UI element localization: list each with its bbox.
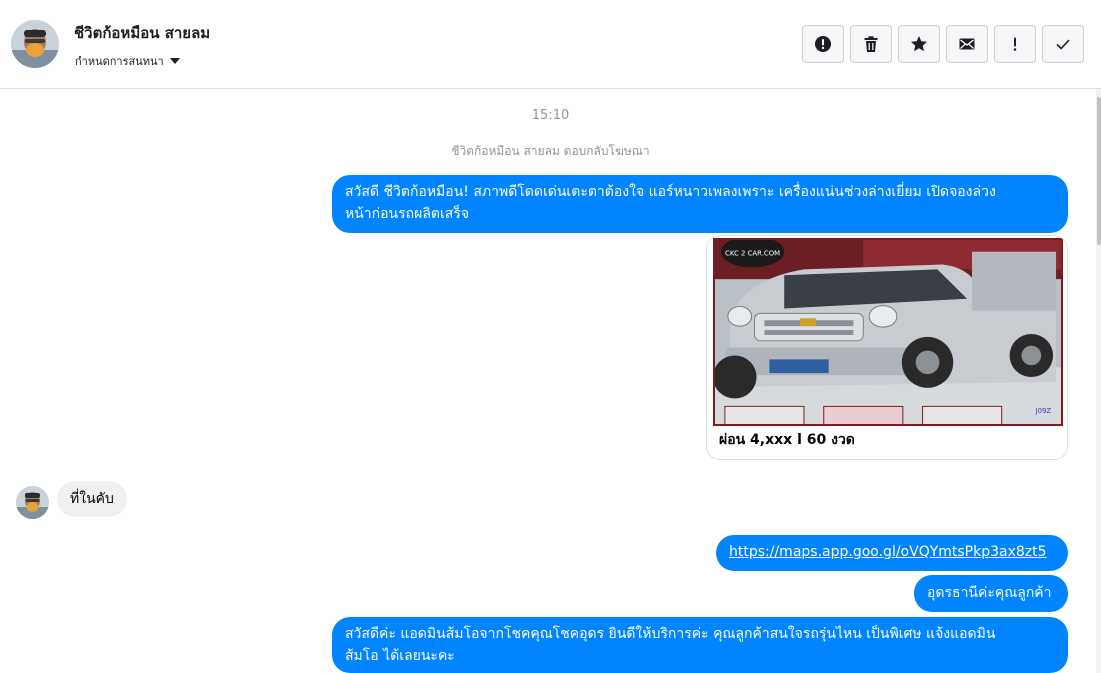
conversation-header: ชีวิตก้อหมือน สายลม กำหนดการสนทนา xyxy=(0,0,1101,89)
message-text-line: สวัสดีค่ะ แอดมินส้มโอจากโชคคุณโชคอุดร ยิ… xyxy=(345,626,996,642)
follow-up-button[interactable] xyxy=(994,25,1036,63)
card-caption: ผ่อน 4,xxx l 60 งวด xyxy=(719,432,855,448)
sender-avatar xyxy=(16,486,49,519)
message-text-line: หน้าก่อนรถผลิตเสร็จ xyxy=(345,206,470,222)
trash-icon xyxy=(864,36,878,52)
alert-circle-icon xyxy=(815,36,831,52)
ad-card-message[interactable]: CKC 2 CAR.COM J09Z ผ่อน 4,xxx l 60 งวด xyxy=(706,235,1068,460)
scrollbar-thumb[interactable] xyxy=(1097,97,1101,245)
outgoing-message[interactable]: อุดรธานีค่ะคุณลูกค้า xyxy=(914,575,1068,612)
mark-unread-button[interactable] xyxy=(946,25,988,63)
assign-conversation-dropdown[interactable]: กำหนดการสนทนา xyxy=(75,52,180,70)
spam-button[interactable] xyxy=(802,25,844,63)
chevron-down-icon xyxy=(169,58,180,64)
incoming-message[interactable]: ที่ในคับ xyxy=(57,481,127,517)
car-photo[interactable]: CKC 2 CAR.COM J09Z xyxy=(713,238,1063,426)
star-button[interactable] xyxy=(898,25,940,63)
message-text-line: สวัสดี ชีวิตก้อหมือน! สภาพดีโดดเด่นเตะตา… xyxy=(345,184,996,200)
envelope-icon xyxy=(959,38,975,50)
conversation-actions xyxy=(802,25,1084,63)
delete-button[interactable] xyxy=(850,25,892,63)
message-text: อุดรธานีค่ะคุณลูกค้า xyxy=(927,585,1052,601)
assign-conversation-label: กำหนดการสนทนา xyxy=(75,55,164,68)
contact-name: ชีวิตก้อหมือน สายลม xyxy=(74,24,211,42)
message-thread[interactable]: 15:10 ชีวิตก้อหมือน สายลม ตอบกลับโฆษณา ส… xyxy=(0,89,1101,673)
exclamation-icon xyxy=(1013,37,1017,51)
image-code: J09Z xyxy=(1035,407,1052,415)
thread-scrollbar[interactable] xyxy=(1096,89,1101,673)
map-link[interactable]: https://maps.app.goo.gl/oVQYmtsPkp3ax8zt… xyxy=(729,544,1047,560)
mark-done-button[interactable] xyxy=(1042,25,1084,63)
contact-avatar[interactable] xyxy=(11,20,59,68)
star-icon xyxy=(911,36,927,52)
outgoing-message[interactable]: สวัสดีค่ะ แอดมินส้มโอจากโชคคุณโชคอุดร ยิ… xyxy=(332,617,1068,673)
message-timestamp: 15:10 xyxy=(531,108,570,123)
message-text-line: ส้มโอ ได้เลยนะคะ xyxy=(345,648,455,664)
ad-reply-notice: ชีวิตก้อหมือน สายลม ตอบกลับโฆษณา xyxy=(451,144,650,158)
outgoing-message[interactable]: สวัสดี ชีวิตก้อหมือน! สภาพดีโดดเด่นเตะตา… xyxy=(332,175,1068,233)
image-watermark: CKC 2 CAR.COM xyxy=(725,250,780,258)
check-icon xyxy=(1056,39,1070,50)
message-text: ที่ในคับ xyxy=(70,491,114,507)
outgoing-message[interactable]: https://maps.app.goo.gl/oVQYmtsPkp3ax8zt… xyxy=(716,535,1068,571)
